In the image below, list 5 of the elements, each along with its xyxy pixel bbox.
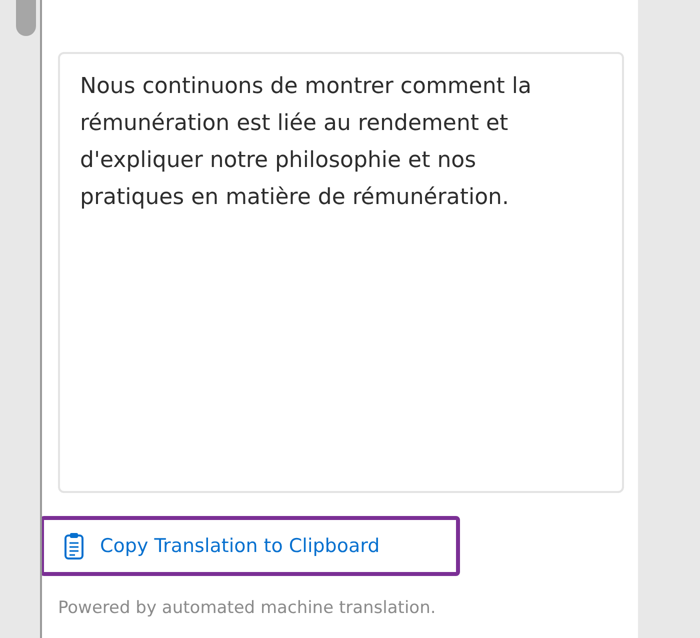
clipboard-icon [64, 532, 84, 560]
translation-text: Nous continuons de montrer comment la rémunération est liée au rendement et d'expliquer notre philosophie et nos pratiques en matière de rémunération. [80, 73, 532, 212]
footer-note: Powered by automated machine translation. [58, 598, 437, 618]
copy-button[interactable]: Copy Translation to Clipboard [40, 516, 460, 576]
scrollbar-thumb[interactable] [16, 0, 36, 36]
